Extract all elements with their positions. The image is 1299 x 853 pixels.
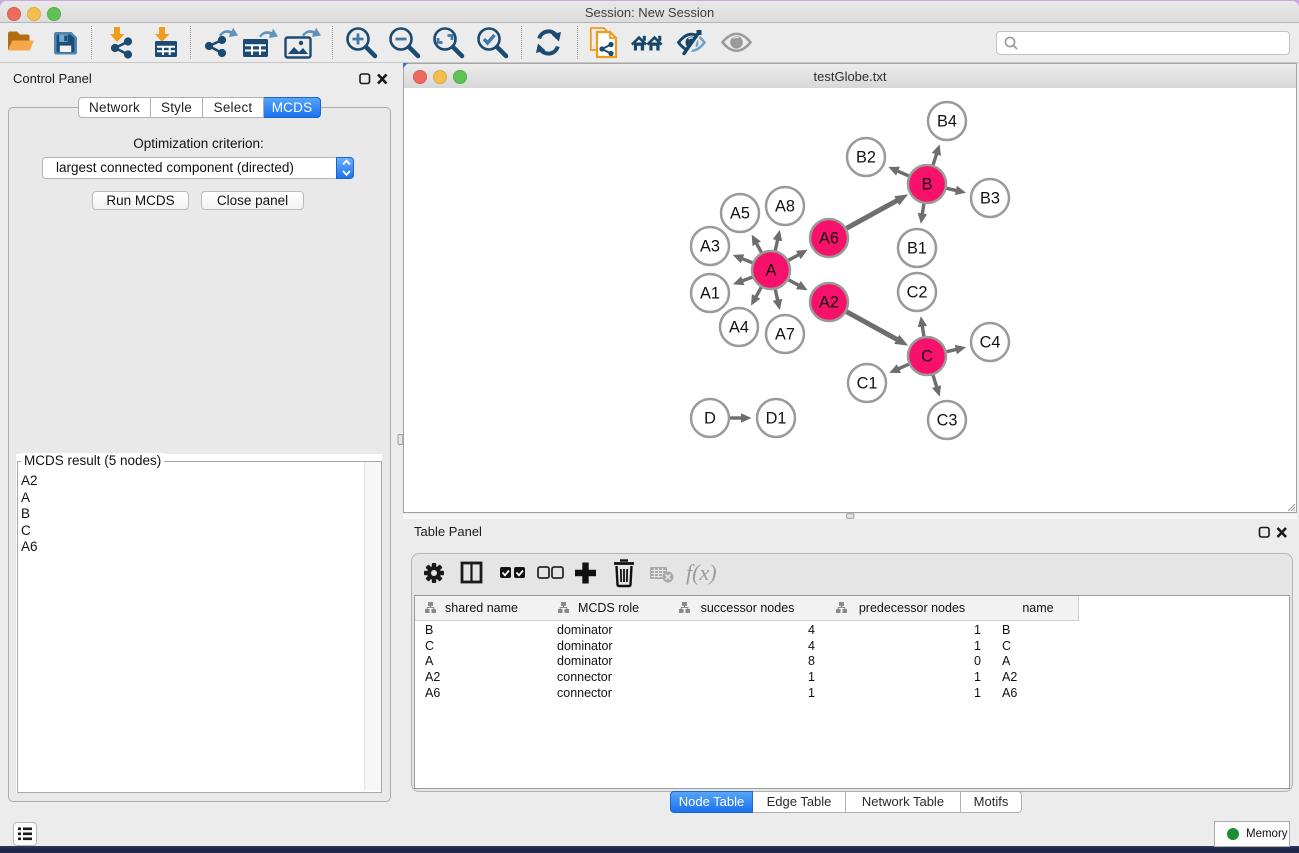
svg-text:f(x): f(x)	[686, 560, 717, 585]
